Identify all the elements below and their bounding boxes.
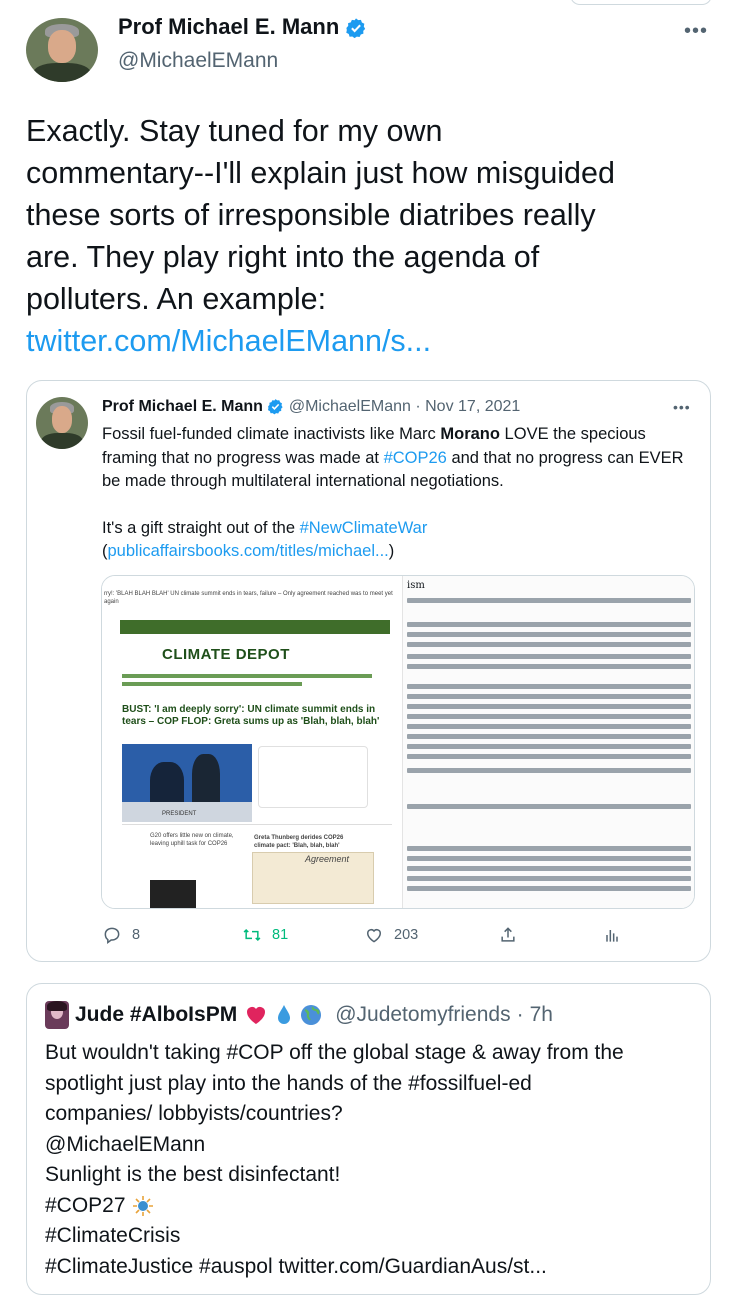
book-cover: Agreement bbox=[252, 852, 374, 904]
reply-line-with-icon: #COP27 bbox=[45, 1191, 705, 1222]
agreement-label: Agreement bbox=[305, 854, 350, 864]
tweet-line: commentary--I'll explain just how misgui… bbox=[26, 156, 615, 190]
bold-term: Morano bbox=[440, 425, 500, 443]
reply-line: #ClimateCrisis bbox=[45, 1224, 181, 1247]
analytics-icon bbox=[606, 930, 618, 942]
verified-badge-icon bbox=[268, 399, 283, 415]
divider-line bbox=[122, 824, 392, 825]
reply-header: Jude #AlboIsPM @Judetomyfriends · 7h bbox=[45, 1001, 553, 1029]
tweet-link[interactable]: twitter.com/MichaelEMann/s... bbox=[26, 320, 716, 362]
author-handle[interactable]: @MichaelEMann bbox=[118, 49, 278, 73]
separator-dot: · bbox=[410, 398, 426, 415]
globe-icon bbox=[301, 1005, 322, 1025]
reply-button[interactable]: 8 bbox=[102, 925, 140, 945]
text-span: Fossil fuel-funded climate inactivists l… bbox=[102, 425, 441, 443]
retweet-icon bbox=[243, 928, 261, 942]
author-name[interactable]: Prof Michael E. Mann bbox=[118, 14, 339, 39]
quoted-media-image[interactable]: rry!: 'BLAH BLAH BLAH' UN climate summit… bbox=[101, 575, 695, 909]
sub-article-2: Greta Thunberg derides COP26 climate pac… bbox=[254, 835, 344, 849]
quoted-paragraph-2: It's a gift straight out of the #NewClim… bbox=[102, 517, 692, 564]
quoted-author-avatar[interactable] bbox=[36, 397, 88, 449]
quoted-paragraph-1: Fossil fuel-funded climate inactivists l… bbox=[102, 423, 692, 494]
media-right-panel: ism bbox=[402, 576, 694, 908]
like-count: 203 bbox=[394, 927, 419, 943]
reply-author-handle[interactable]: @Judetomyfriends bbox=[335, 1003, 510, 1027]
quoted-more-options-icon[interactable]: ••• bbox=[673, 399, 691, 415]
tweet-line: these sorts of irresponsible diatribes r… bbox=[26, 198, 596, 232]
sub-article-1: G20 offers little new on climate, leavin… bbox=[150, 833, 234, 847]
retweet-count: 81 bbox=[272, 927, 289, 943]
text-span: It's a gift straight out of the bbox=[102, 518, 300, 537]
text-span: ) bbox=[388, 542, 395, 560]
site-nav-bar bbox=[120, 620, 390, 634]
reply-avatar[interactable] bbox=[45, 1001, 69, 1029]
quoted-author-name[interactable]: Prof Michael E. Mann bbox=[102, 398, 263, 415]
external-link[interactable]: publicaffairsbooks.com/titles/michael... bbox=[108, 542, 389, 560]
previous-card-edge bbox=[570, 0, 712, 5]
reply-line: #ClimateJustice #auspol twitter.com/Guar… bbox=[45, 1254, 547, 1278]
reply-author-name[interactable]: Jude #AlboIsPM bbox=[75, 1003, 237, 1027]
author-avatar[interactable] bbox=[26, 18, 98, 82]
verified-badge-icon bbox=[346, 18, 366, 39]
tweet-line: are. They play right into the agenda of bbox=[26, 240, 540, 274]
reply-icon bbox=[104, 927, 120, 944]
quoted-date[interactable]: Nov 17, 2021 bbox=[425, 398, 520, 415]
analytics-button[interactable] bbox=[602, 925, 622, 945]
separator-dot: · bbox=[516, 1003, 524, 1026]
hashtag-link[interactable]: #COP26 bbox=[384, 449, 447, 467]
quoted-header: Prof Michael E. Mann @MichaelEMann · Nov… bbox=[102, 398, 520, 416]
url-line bbox=[122, 682, 302, 686]
more-options-icon[interactable]: ••• bbox=[684, 20, 708, 43]
retweet-button[interactable]: 81 bbox=[242, 925, 288, 945]
reply-text: But wouldn't taking #COP off the global … bbox=[45, 1038, 705, 1282]
hashtag-link[interactable]: #NewClimateWar bbox=[300, 519, 428, 537]
reply-line: companies/ lobbyists/countries? bbox=[45, 1102, 343, 1125]
reply-line: But wouldn't taking #COP off the global … bbox=[45, 1041, 624, 1064]
article-photo: PRESIDENT bbox=[122, 744, 252, 822]
reply-tweet[interactable]: Jude #AlboIsPM @Judetomyfriends · 7h But… bbox=[26, 983, 711, 1295]
quoted-text: Fossil fuel-funded climate inactivists l… bbox=[102, 423, 692, 564]
share-icon bbox=[501, 927, 515, 942]
reply-line: Sunlight is the best disinfectant! bbox=[45, 1163, 341, 1186]
red-heart-icon bbox=[247, 1007, 266, 1024]
tweet-line: polluters. An example: bbox=[26, 282, 327, 316]
site-logo: CLIMATE DEPOT bbox=[162, 646, 290, 663]
embedded-tweet-box bbox=[258, 746, 368, 808]
share-button[interactable] bbox=[498, 925, 518, 945]
quoted-author-handle[interactable]: @MichaelEMann bbox=[289, 398, 411, 415]
author-name-row[interactable]: Prof Michael E. Mann bbox=[118, 14, 367, 40]
quoted-tweet[interactable]: Prof Michael E. Mann @MichaelEMann · Nov… bbox=[26, 380, 711, 962]
url-line bbox=[122, 674, 372, 678]
right-panel-title: ism bbox=[407, 580, 425, 591]
reply-count: 8 bbox=[132, 927, 141, 943]
thumbnail-dark bbox=[150, 880, 196, 908]
tweet-line: Exactly. Stay tuned for my own bbox=[26, 114, 443, 148]
heart-icon bbox=[367, 929, 381, 943]
media-left-panel: rry!: 'BLAH BLAH BLAH' UN climate summit… bbox=[102, 576, 402, 908]
reply-line: #COP27 bbox=[45, 1193, 126, 1217]
photo-caption: PRESIDENT bbox=[162, 811, 197, 817]
tweet-text: Exactly. Stay tuned for my own commentar… bbox=[26, 110, 716, 362]
media-caption: rry!: 'BLAH BLAH BLAH' UN climate summit… bbox=[104, 591, 393, 605]
like-button[interactable]: 203 bbox=[364, 925, 418, 945]
cop27-emblem-icon bbox=[133, 1195, 154, 1216]
droplet-icon bbox=[278, 1005, 291, 1024]
reply-line: spotlight just play into the hands of th… bbox=[45, 1071, 532, 1095]
article-headline: BUST: 'I am deeply sorry': UN climate su… bbox=[122, 704, 380, 727]
reply-time[interactable]: 7h bbox=[530, 1003, 553, 1027]
reply-line: @MichaelEMann bbox=[45, 1132, 206, 1156]
quoted-action-bar: 8 81 203 bbox=[102, 921, 682, 951]
